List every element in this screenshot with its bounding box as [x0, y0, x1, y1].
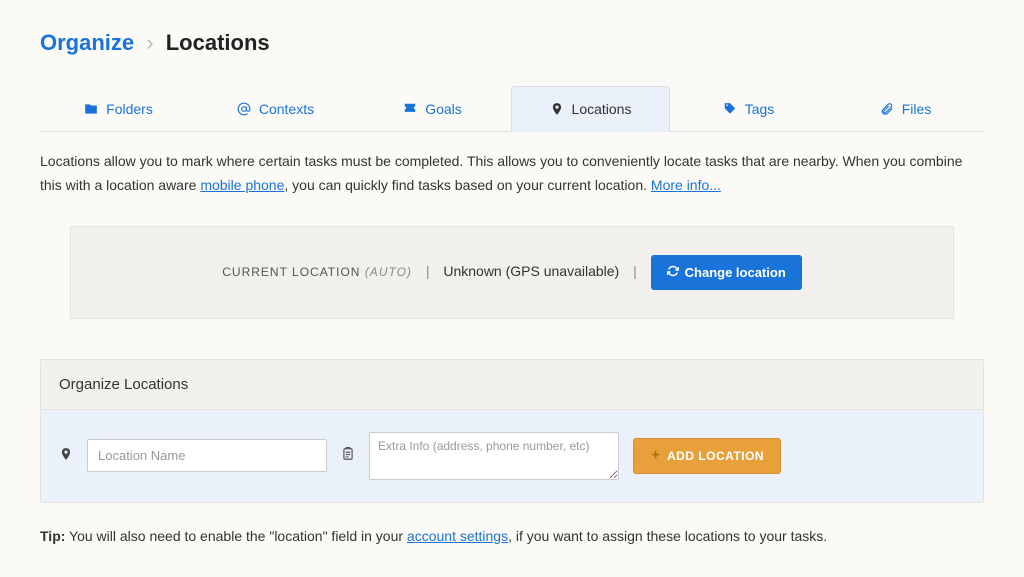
- location-icon: [550, 102, 564, 116]
- change-location-label: Change location: [685, 265, 786, 280]
- plus-icon: [650, 449, 661, 463]
- current-location-label: CURRENT LOCATION: [222, 265, 365, 279]
- tabs: Folders Contexts Goals Locations Tags: [40, 86, 984, 132]
- change-location-button[interactable]: Change location: [651, 255, 802, 290]
- tab-folders[interactable]: Folders: [40, 86, 197, 131]
- tab-label: Files: [902, 101, 932, 117]
- account-settings-link[interactable]: account settings: [407, 528, 508, 544]
- description-part2: , you can quickly find tasks based on yo…: [284, 177, 651, 193]
- organize-locations-panel: Organize Locations ADD LOCATION: [40, 359, 984, 503]
- tab-files[interactable]: Files: [827, 86, 984, 131]
- tag-icon: [723, 102, 737, 116]
- tab-contexts[interactable]: Contexts: [197, 86, 354, 131]
- breadcrumb-top[interactable]: Organize: [40, 30, 134, 55]
- tab-label: Locations: [572, 101, 632, 117]
- tab-goals[interactable]: Goals: [354, 86, 511, 131]
- tab-label: Folders: [106, 101, 153, 117]
- panel-body: ADD LOCATION: [41, 410, 983, 502]
- extra-info-input[interactable]: [369, 432, 619, 480]
- tip-part2: , if you want to assign these locations …: [508, 528, 827, 544]
- more-info-link[interactable]: More info...: [651, 177, 721, 193]
- breadcrumb: Organize › Locations: [40, 30, 984, 56]
- at-icon: [237, 102, 251, 116]
- tip-strong: Tip:: [40, 528, 65, 544]
- tip-part1: You will also need to enable the "locati…: [65, 528, 407, 544]
- clipboard-icon: [341, 446, 355, 465]
- attachment-icon: [880, 102, 894, 116]
- current-location-bar: CURRENT LOCATION (AUTO) | Unknown (GPS u…: [70, 226, 954, 319]
- divider: |: [426, 263, 430, 279]
- breadcrumb-separator: ›: [146, 30, 153, 55]
- tab-locations[interactable]: Locations: [511, 86, 670, 132]
- tab-label: Goals: [425, 101, 462, 117]
- description-text: Locations allow you to mark where certai…: [40, 150, 984, 198]
- add-location-button[interactable]: ADD LOCATION: [633, 438, 781, 474]
- tab-label: Tags: [745, 101, 775, 117]
- current-location-status: Unknown (GPS unavailable): [443, 263, 619, 279]
- tab-tags[interactable]: Tags: [670, 86, 827, 131]
- mobile-phone-link[interactable]: mobile phone: [200, 177, 284, 193]
- pin-icon: [59, 447, 73, 464]
- folder-icon: [84, 102, 98, 116]
- divider: |: [633, 263, 637, 279]
- goal-icon: [403, 102, 417, 116]
- panel-title: Organize Locations: [41, 360, 983, 410]
- breadcrumb-current: Locations: [166, 30, 270, 55]
- refresh-icon: [667, 265, 679, 280]
- location-name-input[interactable]: [87, 439, 327, 472]
- add-location-label: ADD LOCATION: [667, 449, 764, 463]
- tab-label: Contexts: [259, 101, 314, 117]
- current-location-auto: (AUTO): [365, 265, 412, 279]
